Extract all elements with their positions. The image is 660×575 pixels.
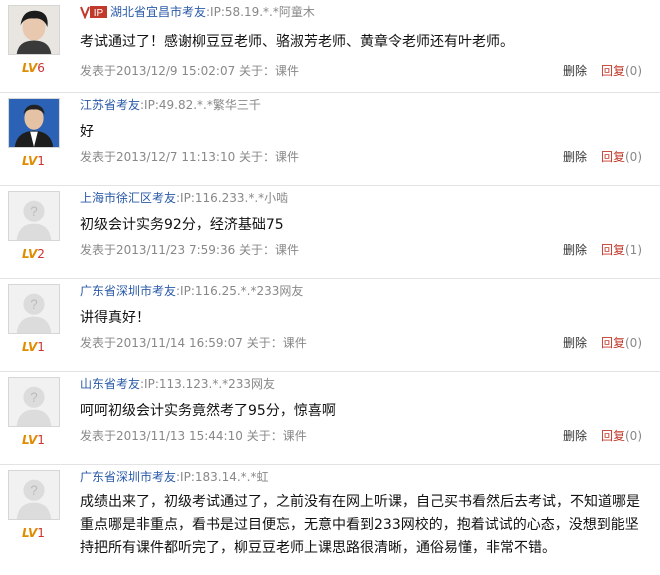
- comment-meta: 发表于2013/11/23 7:59:36 关于：课件 删除 回复(1): [80, 243, 642, 257]
- user-ip: :IP:49.82.*.*繁华三千: [140, 98, 261, 112]
- comment-item: ? LV1 山东省考友:IP:113.123.*.*233网友 呵呵初级会计实务…: [0, 372, 660, 465]
- comment-text: 讲得真好！: [80, 310, 150, 326]
- user-location-link[interactable]: 湖北省宜昌市考友: [110, 5, 206, 19]
- avatar[interactable]: [8, 5, 60, 55]
- comment-text: 考试通过了！感谢柳豆豆老师、骆淑芳老师、黄章令老师还有叶老师。: [80, 34, 514, 50]
- comment-item: LV1 江苏省考友:IP:49.82.*.*繁华三千 好 发表于2013/12/…: [0, 93, 660, 186]
- delete-button[interactable]: 删除: [563, 64, 587, 78]
- post-time: 发表于2013/11/14 16:59:07 关于：课件: [80, 336, 307, 350]
- comment-meta: 发表于2013/11/13 15:44:10 关于：课件 删除 回复(0): [80, 429, 642, 443]
- svg-text:?: ?: [30, 297, 37, 312]
- avatar[interactable]: ?: [8, 377, 60, 427]
- user-level: LV6: [22, 61, 45, 75]
- svg-text:?: ?: [30, 390, 37, 405]
- user-location-link[interactable]: 山东省考友: [80, 377, 140, 391]
- comment-meta: 发表于2013/12/7 11:13:10 关于：课件 删除 回复(0): [80, 150, 642, 164]
- user-level: LV1: [22, 526, 45, 540]
- reply-button[interactable]: 回复(0): [601, 429, 642, 443]
- user-location-link[interactable]: 广东省深圳市考友: [80, 470, 176, 484]
- reply-button[interactable]: 回复(0): [601, 64, 642, 78]
- avatar[interactable]: [8, 98, 60, 148]
- comment-text: 成绩出来了，初级考试通过了，之前没有在网上听课，自己买书看然后去考试，不知道哪是…: [80, 494, 640, 556]
- reply-button[interactable]: 回复(0): [601, 150, 642, 164]
- post-time: 发表于2013/11/13 15:44:10 关于：课件: [80, 429, 307, 443]
- user-level: LV1: [22, 340, 45, 354]
- svg-text:IP: IP: [94, 8, 104, 19]
- svg-text:?: ?: [30, 204, 37, 219]
- comment-item: ? LV1 广东省深圳市考友:IP:183.14.*.*虹 成绩出来了，初级考试…: [0, 465, 660, 575]
- comment-item: LV6 IP 湖北省宜昌市考友:IP:58.19.*.*阿童木 考试通过了！感谢…: [0, 0, 660, 93]
- comment-text: 呵呵初级会计实务竟然考了95分，惊喜啊: [80, 403, 336, 419]
- comment-meta: 发表于2013/12/9 15:02:07 关于：课件 删除 回复(0): [80, 64, 642, 78]
- delete-button[interactable]: 删除: [563, 243, 587, 257]
- user-ip: :IP:58.19.*.*阿童木: [206, 5, 315, 19]
- user-location-link[interactable]: 江苏省考友: [80, 98, 140, 112]
- comment-list: LV6 IP 湖北省宜昌市考友:IP:58.19.*.*阿童木 考试通过了！感谢…: [0, 0, 660, 575]
- reply-button[interactable]: 回复(1): [601, 243, 642, 257]
- svg-text:?: ?: [30, 483, 37, 498]
- post-time: 发表于2013/12/9 15:02:07 关于：课件: [80, 64, 300, 78]
- comment-text: 好: [80, 124, 94, 140]
- user-level: LV1: [22, 433, 45, 447]
- delete-button[interactable]: 删除: [563, 150, 587, 164]
- comment-text: 初级会计实务92分，经济基础75: [80, 217, 284, 233]
- comment-item: ? LV2 上海市徐汇区考友:IP:116.233.*.*小啮 初级会计实务92…: [0, 186, 660, 279]
- user-ip: :IP:116.233.*.*小啮: [176, 191, 289, 205]
- user-ip: :IP:183.14.*.*虹: [176, 470, 269, 484]
- vip-badge-icon: IP: [80, 5, 108, 23]
- user-ip: :IP:113.123.*.*233网友: [140, 377, 276, 391]
- user-location-link[interactable]: 上海市徐汇区考友: [80, 191, 176, 205]
- post-time: 发表于2013/11/23 7:59:36 关于：课件: [80, 243, 300, 257]
- post-time: 发表于2013/12/7 11:13:10 关于：课件: [80, 150, 300, 164]
- comment-meta: 发表于2013/11/14 16:59:07 关于：课件 删除 回复(0): [80, 336, 642, 350]
- avatar[interactable]: ?: [8, 284, 60, 334]
- avatar[interactable]: ?: [8, 191, 60, 241]
- user-level: LV1: [22, 154, 45, 168]
- comment-item: ? LV1 广东省深圳市考友:IP:116.25.*.*233网友 讲得真好！ …: [0, 279, 660, 372]
- avatar[interactable]: ?: [8, 470, 60, 520]
- reply-button[interactable]: 回复(0): [601, 336, 642, 350]
- user-location-link[interactable]: 广东省深圳市考友: [80, 284, 176, 298]
- delete-button[interactable]: 删除: [563, 336, 587, 350]
- user-ip: :IP:116.25.*.*233网友: [176, 284, 304, 298]
- user-level: LV2: [22, 247, 45, 261]
- delete-button[interactable]: 删除: [563, 429, 587, 443]
